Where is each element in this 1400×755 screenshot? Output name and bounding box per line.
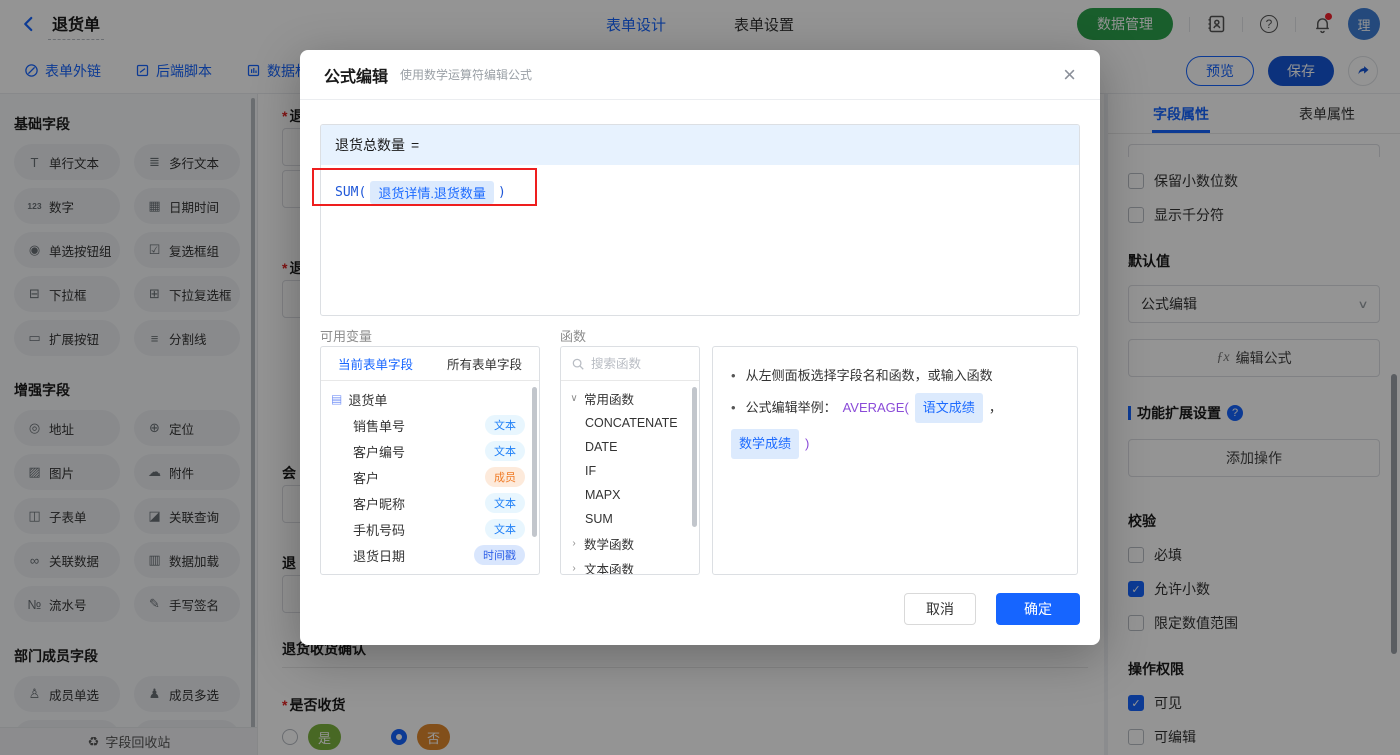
form-tree-root[interactable]: ▤ 退货单 [321,386,539,412]
modal-title: 公式编辑 [324,68,389,86]
variables-scrollbar[interactable] [532,387,537,537]
function-search[interactable] [561,347,699,381]
variables-panel: 当前表单字段 所有表单字段 ▤ 退货单 销售单号 文本 客户编号 文本 客户 成员 客… [320,346,540,575]
close-icon[interactable]: × [1063,63,1076,86]
function-search-input[interactable] [591,356,689,371]
example-function-open: AVERAGE( [842,400,909,415]
tab-all-form-fields[interactable]: 所有表单字段 [430,347,539,380]
type-badge: 时间戳 [474,545,525,565]
example-function-close: ) [805,436,810,451]
variable-row[interactable]: 客户昵称 文本 [321,490,539,516]
variable-row[interactable]: 手机号码 文本 [321,516,539,542]
functions-label: 函数 [560,329,587,344]
function-item[interactable]: MAPX [561,483,699,507]
function-item[interactable]: DATE [561,435,699,459]
function-item[interactable]: SUM [561,507,699,531]
cancel-button[interactable]: 取消 [904,593,976,625]
formula-editor-modal: 公式编辑 使用数学运算符编辑公式 × 退货总数量 = SUM( 退货详情.退货数… [300,50,1100,645]
document-icon: ▤ [331,392,343,406]
example-field-chip: 语文成绩 [914,393,983,423]
function-group-text[interactable]: › 文本函数 [561,556,699,574]
help-line-2: 公式编辑举例：AVERAGE(语文成绩，数学成绩) [731,393,1059,459]
function-item[interactable]: CONCATENATE [561,411,699,435]
type-badge: 文本 [485,441,525,461]
example-field-chip: 数学成绩 [731,429,800,459]
confirm-button[interactable]: 确定 [996,593,1080,625]
formula-expression[interactable]: SUM( 退货详情.退货数量 ) [321,165,1079,220]
functions-panel: ∨常用函数 CONCATENATE DATE IF MAPX SUM ›数学函数… [560,346,700,575]
type-badge: 文本 [485,415,525,435]
variables-label: 可用变量 [320,329,373,344]
formula-target-bar: 退货总数量 = [321,125,1079,165]
tab-current-form-fields[interactable]: 当前表单字段 [321,347,430,380]
variable-row[interactable]: 客户编号 文本 [321,438,539,464]
chevron-right-icon: › [572,538,576,549]
equals-sign: = [411,137,420,153]
modal-subtitle: 使用数学运算符编辑公式 [400,68,533,82]
variable-row[interactable]: 销售单号 文本 [321,412,539,438]
chevron-down-icon: ∨ [570,393,578,404]
function-group-common[interactable]: ∨ 常用函数 [561,386,699,411]
type-badge: 文本 [485,519,525,539]
help-line-1: 从左侧面板选择字段名和函数，或输入函数 [731,363,1059,389]
chevron-right-icon: › [572,563,576,574]
variable-row[interactable]: 退货日期 时间戳 [321,542,539,568]
formula-function-open: SUM( [335,185,367,200]
type-badge: 成员 [485,467,525,487]
functions-scrollbar[interactable] [692,387,697,527]
function-item[interactable]: IF [561,459,699,483]
formula-editor[interactable]: 退货总数量 = SUM( 退货详情.退货数量 ) [320,124,1080,316]
formula-target: 退货总数量 [335,137,405,153]
formula-function-close: ) [497,185,506,200]
field-chip[interactable]: 退货详情.退货数量 [370,181,494,204]
help-panel: 从左侧面板选择字段名和函数，或输入函数 公式编辑举例：AVERAGE(语文成绩，… [712,346,1078,575]
type-badge: 文本 [485,493,525,513]
search-icon [572,358,584,370]
variable-row[interactable]: 客户 成员 [321,464,539,490]
function-group-math[interactable]: › 数学函数 [561,531,699,556]
example-comma: ， [988,400,1002,415]
